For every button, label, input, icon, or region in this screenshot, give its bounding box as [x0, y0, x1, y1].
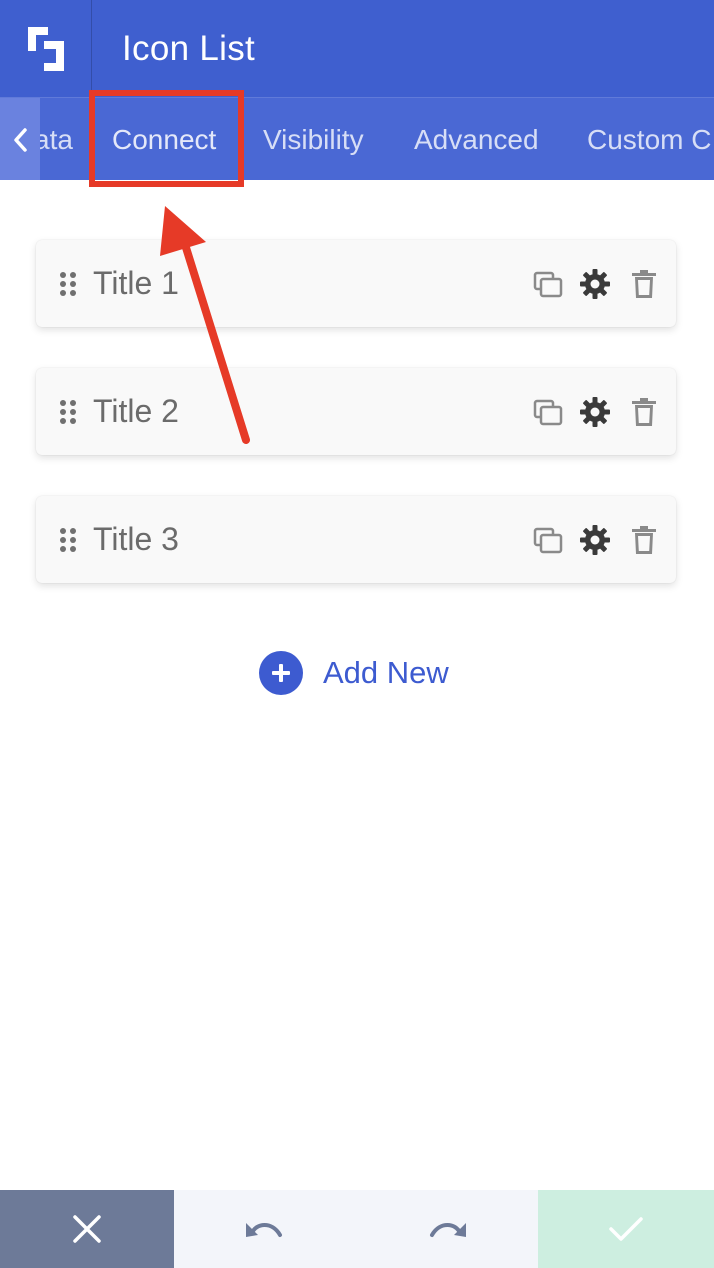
annotation-arrow — [160, 206, 250, 444]
